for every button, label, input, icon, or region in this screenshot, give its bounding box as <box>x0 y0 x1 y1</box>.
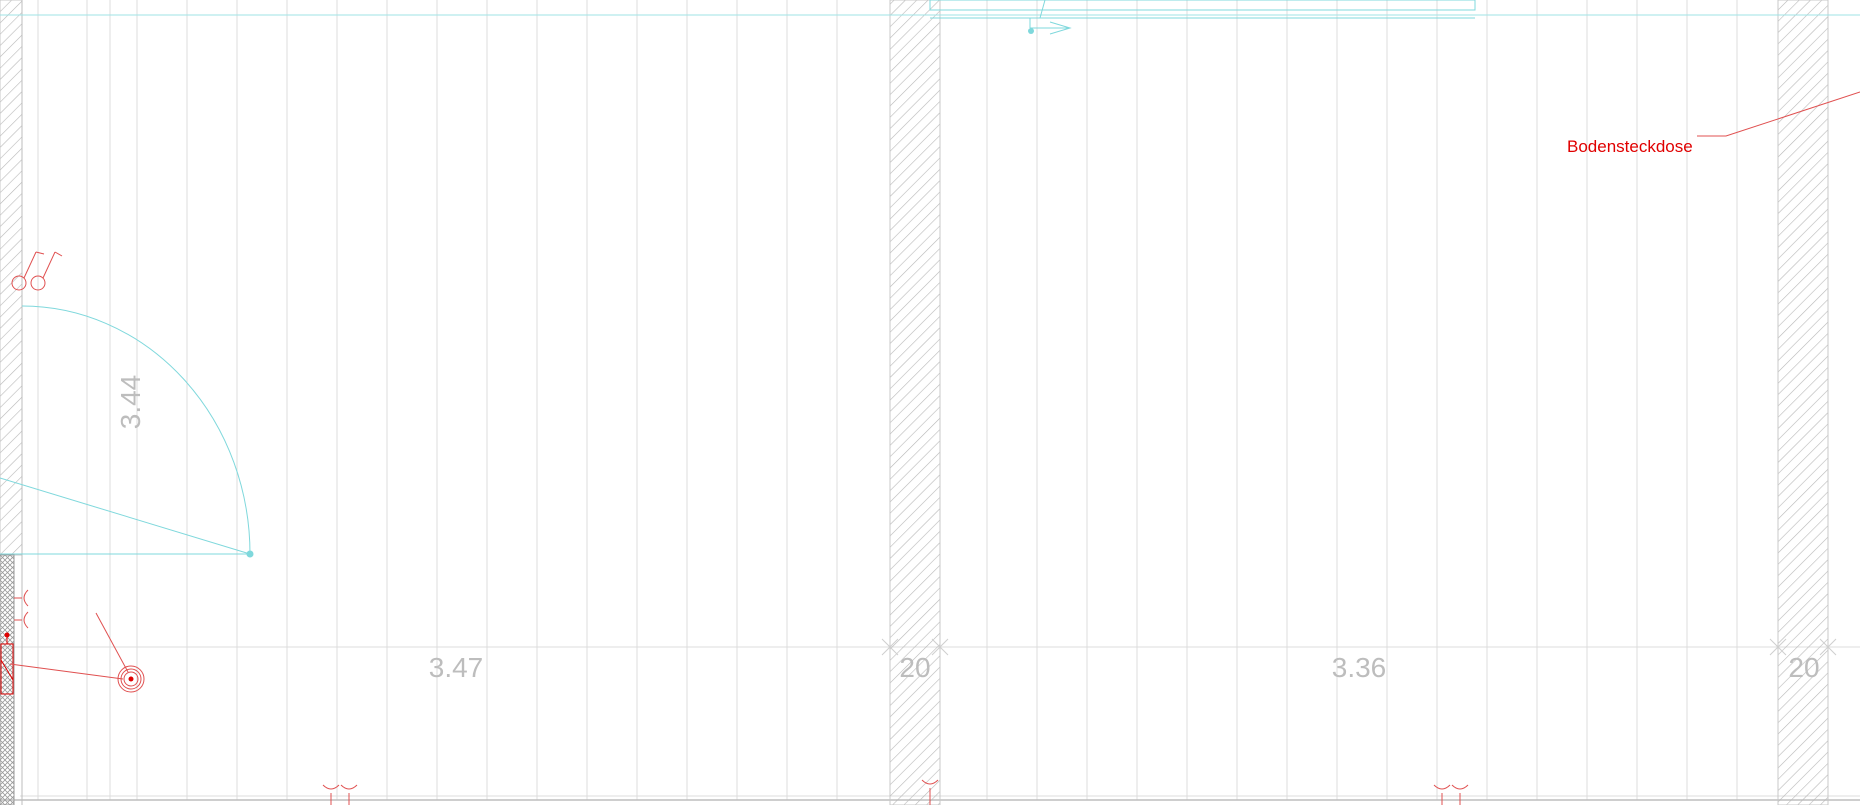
dimension-room-2-width: 3.36 <box>1332 652 1387 683</box>
top-window <box>929 0 1476 35</box>
floor-plan-canvas: 3.44 3.47 20 3.36 20 Bodensteckdose <box>0 0 1860 805</box>
left-wall-solid <box>0 554 15 805</box>
dimension-wall-2: 20 <box>1788 652 1819 683</box>
right-wall <box>1777 0 1829 805</box>
distribution-box-dot <box>4 632 10 638</box>
window-pivot-dot <box>1028 28 1034 34</box>
floor-outlet-left <box>9 612 145 693</box>
door-pivot-dot <box>246 550 254 558</box>
left-outlet-symbols <box>14 589 29 629</box>
outlet-label: Bodensteckdose <box>1567 137 1693 156</box>
dimension-wall-1: 20 <box>899 652 930 683</box>
left-wall <box>0 0 23 556</box>
floor-outlet-left-dot <box>128 676 134 682</box>
dimension-room-1-width: 3.47 <box>429 652 484 683</box>
middle-wall <box>889 0 941 805</box>
dimension-room-height: 3.44 <box>115 375 146 430</box>
floor-grid-lines <box>37 0 1738 800</box>
